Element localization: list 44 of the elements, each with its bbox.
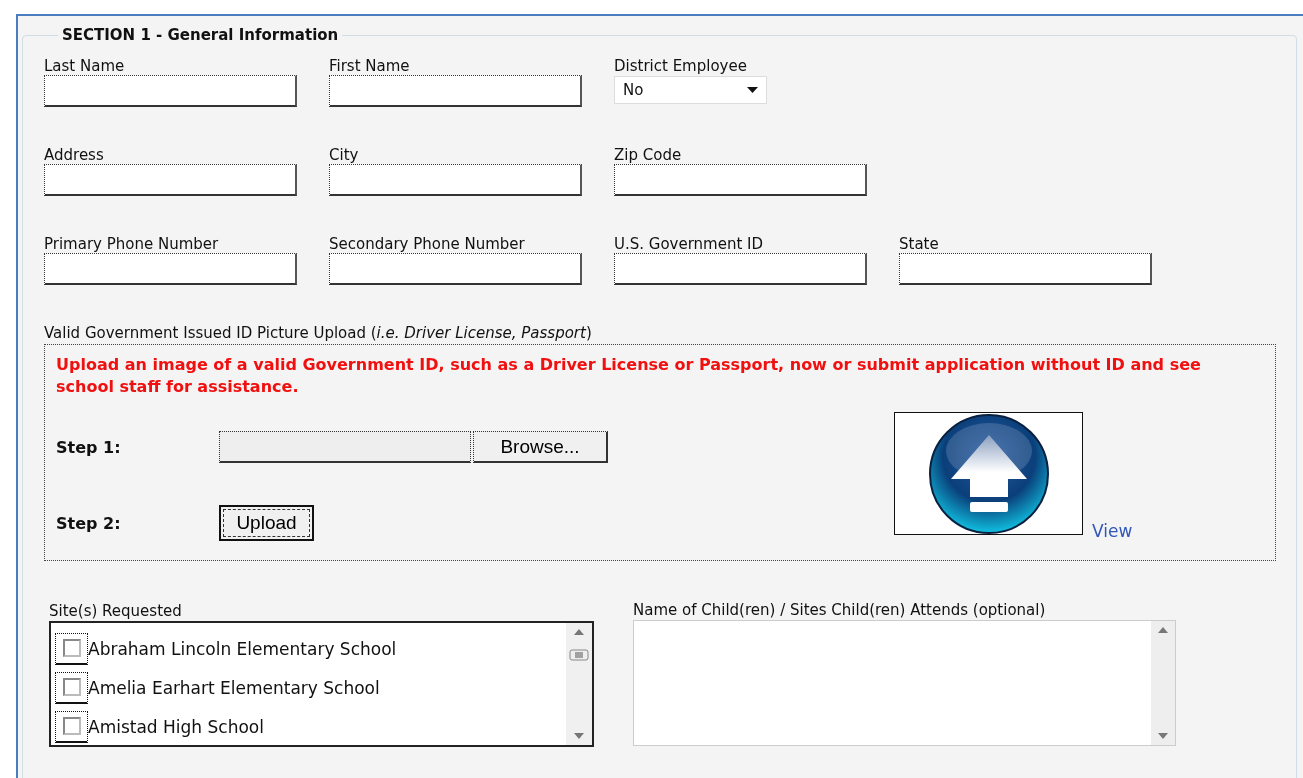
browse-button[interactable]: Browse... <box>473 431 608 463</box>
field-label: State <box>899 235 940 253</box>
site-option: Amelia Earhart Elementary School <box>88 677 380 698</box>
upload-notice: Upload an image of a valid Government ID, such as a Driver License or Passport, now or submit application without ID and see school staff for assistance. <box>56 354 1202 398</box>
field-label: Name of Child(ren) / Sites Child(ren) Attends (optional) <box>633 601 1047 619</box>
text-field[interactable] <box>44 164 297 196</box>
text-field[interactable] <box>44 253 297 285</box>
field-label: U.S. Government ID <box>614 235 765 253</box>
scroll-down-icon[interactable] <box>1158 733 1168 739</box>
field-label: Site(s) Requested <box>49 602 183 620</box>
scroll-down-icon[interactable] <box>574 733 584 739</box>
checkbox[interactable] <box>62 639 81 657</box>
field-label: Zip Code <box>614 146 683 164</box>
text-field[interactable] <box>614 253 867 285</box>
district-employee-dropdown[interactable]: No <box>614 76 767 104</box>
sites-listbox[interactable]: Abraham Lincoln Elementary School Amelia Earhart Elementary School Amistad High School <box>49 621 594 747</box>
checkbox[interactable] <box>62 678 81 696</box>
text-field[interactable] <box>614 164 867 196</box>
step-label: Step 1: <box>56 438 122 457</box>
site-option: Amistad High School <box>88 716 264 737</box>
text-field[interactable] <box>329 164 582 196</box>
dropdown-caret-icon <box>747 87 758 93</box>
section-title: SECTION 1 - General Information <box>61 26 340 44</box>
text-field[interactable] <box>899 253 1152 285</box>
field-label: City <box>329 146 360 164</box>
field-label: Primary Phone Number <box>44 235 220 253</box>
text-field[interactable] <box>329 75 582 107</box>
upload-button[interactable]: Upload <box>219 505 314 541</box>
scroll-up-icon[interactable] <box>574 629 584 635</box>
field-label: Address <box>44 146 105 164</box>
file-path-field[interactable] <box>219 431 471 463</box>
field-label: First Name <box>329 57 411 75</box>
checkbox[interactable] <box>62 717 81 735</box>
field-label: Last Name <box>44 57 126 75</box>
scroll-up-icon[interactable] <box>1158 627 1168 633</box>
site-option: Abraham Lincoln Elementary School <box>88 638 397 659</box>
upload-label: Valid Government Issued ID Picture Upload (i.e. Driver License, Passport) <box>44 324 593 342</box>
text-field[interactable] <box>329 253 582 285</box>
field-label: Secondary Phone Number <box>329 235 526 253</box>
text-field[interactable] <box>44 75 297 107</box>
step-label: Step 2: <box>56 513 122 533</box>
field-label: District Employee <box>614 57 748 75</box>
scroll-thumb-icon[interactable] <box>569 649 589 661</box>
view-link[interactable]: View <box>1092 521 1133 541</box>
